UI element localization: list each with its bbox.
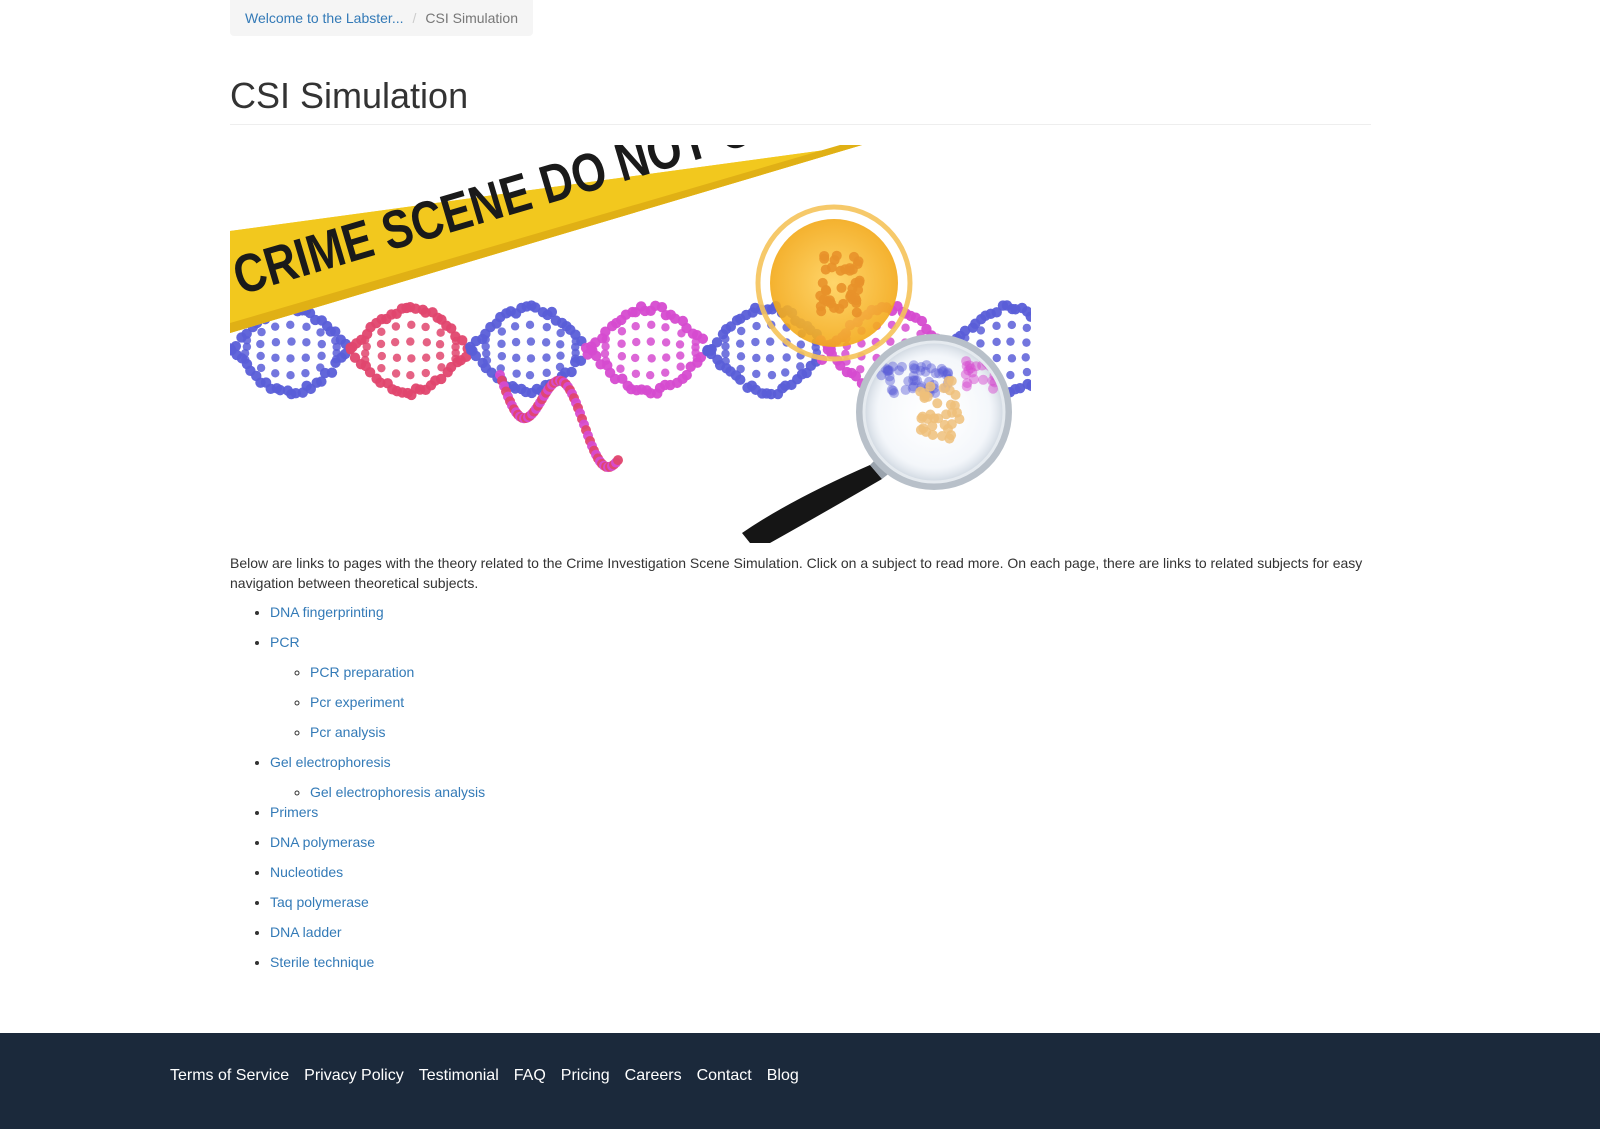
footer-link-blog[interactable]: Blog bbox=[767, 1067, 799, 1085]
topic-link-pcr-experiment[interactable]: Pcr experiment bbox=[310, 694, 404, 710]
footer-link-contact[interactable]: Contact bbox=[697, 1067, 752, 1085]
page-title: CSI Simulation bbox=[230, 75, 469, 116]
list-item: DNA polymerase bbox=[270, 832, 485, 852]
intro-text: Below are links to pages with the theory… bbox=[230, 555, 1363, 591]
breadcrumb-link-home[interactable]: Welcome to the Labster... bbox=[245, 10, 404, 26]
crime-scene-tape: CRIME SCENE DO NOT CROSS bbox=[230, 145, 878, 333]
footer-link-testimonial[interactable]: Testimonial bbox=[419, 1067, 499, 1085]
list-item: DNA ladder bbox=[270, 922, 485, 942]
title-divider bbox=[230, 124, 1371, 125]
topic-list: DNA fingerprinting PCR PCR preparation P… bbox=[230, 602, 485, 982]
sub-topic-list: PCR preparation Pcr experiment Pcr analy… bbox=[270, 662, 485, 742]
footer-link-careers[interactable]: Careers bbox=[625, 1067, 682, 1085]
list-item: Taq polymerase bbox=[270, 892, 485, 912]
site-footer: Terms of Service Privacy Policy Testimon… bbox=[0, 1033, 1600, 1129]
breadcrumb: Welcome to the Labster... / CSI Simulati… bbox=[230, 0, 533, 36]
list-item: Gel electrophoresis analysis bbox=[310, 782, 485, 802]
list-item: PCR preparation bbox=[310, 662, 485, 682]
footer-link-pricing[interactable]: Pricing bbox=[561, 1067, 610, 1085]
topic-link-primers[interactable]: Primers bbox=[270, 804, 318, 820]
footer-link-terms[interactable]: Terms of Service bbox=[170, 1067, 289, 1085]
topic-link-pcr[interactable]: PCR bbox=[270, 634, 300, 650]
list-item: DNA fingerprinting bbox=[270, 602, 485, 622]
list-item: Primers bbox=[270, 802, 485, 822]
footer-link-privacy[interactable]: Privacy Policy bbox=[304, 1067, 404, 1085]
hero-image: CRIME SCENE DO NOT CROSS bbox=[230, 145, 1031, 543]
topic-link-pcr-analysis[interactable]: Pcr analysis bbox=[310, 724, 385, 740]
footer-nav: Terms of Service Privacy Policy Testimon… bbox=[170, 1067, 799, 1085]
sub-topic-list: Gel electrophoresis analysis bbox=[270, 782, 485, 802]
topic-link-dna-polymerase[interactable]: DNA polymerase bbox=[270, 834, 375, 850]
list-item: Pcr experiment bbox=[310, 692, 485, 712]
breadcrumb-separator: / bbox=[412, 10, 417, 26]
list-item: Sterile technique bbox=[270, 952, 485, 972]
list-item: PCR PCR preparation Pcr experiment Pcr a… bbox=[270, 632, 485, 742]
topic-link-dna-ladder[interactable]: DNA ladder bbox=[270, 924, 342, 940]
topic-link-pcr-preparation[interactable]: PCR preparation bbox=[310, 664, 414, 680]
list-item: Pcr analysis bbox=[310, 722, 485, 742]
list-item: Nucleotides bbox=[270, 862, 485, 882]
topic-link-dna-fingerprinting[interactable]: DNA fingerprinting bbox=[270, 604, 384, 620]
breadcrumb-current: CSI Simulation bbox=[425, 10, 518, 26]
topic-link-gel-electrophoresis-analysis[interactable]: Gel electrophoresis analysis bbox=[310, 784, 485, 800]
topic-link-taq-polymerase[interactable]: Taq polymerase bbox=[270, 894, 369, 910]
topic-link-nucleotides[interactable]: Nucleotides bbox=[270, 864, 343, 880]
topic-link-gel-electrophoresis[interactable]: Gel electrophoresis bbox=[270, 754, 391, 770]
orange-ring-graphic bbox=[755, 204, 913, 362]
magnifying-glass-graphic bbox=[742, 334, 1012, 543]
list-item: Gel electrophoresis Gel electrophoresis … bbox=[270, 752, 485, 802]
footer-link-faq[interactable]: FAQ bbox=[514, 1067, 546, 1085]
topic-link-sterile-technique[interactable]: Sterile technique bbox=[270, 954, 374, 970]
